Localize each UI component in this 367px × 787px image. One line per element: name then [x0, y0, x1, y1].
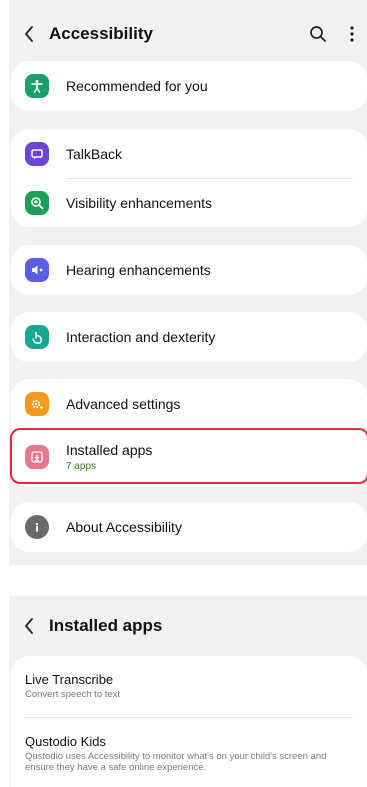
divider — [25, 717, 353, 718]
item-label: Hearing enhancements — [66, 262, 211, 278]
item-label: Recommended for you — [66, 78, 208, 94]
installed-apps-count: 7 apps — [66, 461, 97, 472]
interaction-dexterity-item[interactable]: Interaction and dexterity — [11, 312, 367, 362]
search-icon — [310, 26, 326, 42]
item-label: Advanced settings — [66, 396, 181, 412]
accessibility-header: Accessibility — [9, 14, 367, 54]
search-button[interactable] — [301, 14, 335, 54]
advanced-card: Advanced settings Installed apps 7 apps — [11, 379, 367, 487]
chevron-left-icon — [25, 618, 33, 634]
about-card: About Accessibility — [11, 502, 367, 552]
page-title: Installed apps — [49, 616, 163, 635]
installed-apps-screen: Installed apps Live Transcribe Convert s… — [9, 596, 367, 787]
visibility-enhancements-item[interactable]: Visibility enhancements — [11, 178, 367, 227]
recommended-card: Recommended for you — [11, 61, 367, 111]
installed-apps-item[interactable]: Installed apps 7 apps — [11, 430, 367, 484]
advanced-settings-item[interactable]: Advanced settings — [11, 379, 367, 429]
app-name: Live Transcribe — [25, 672, 114, 687]
touch-hand-icon — [25, 325, 49, 349]
recommended-for-you-item[interactable]: Recommended for you — [11, 61, 367, 111]
back-button[interactable] — [9, 14, 49, 54]
gear-plus-icon — [25, 392, 49, 416]
item-label: Visibility enhancements — [66, 194, 213, 211]
page-title: Accessibility — [49, 24, 153, 43]
accessibility-screen: Accessibility Recommended for you TalkBa… — [9, 0, 367, 565]
magnifier-icon — [25, 190, 49, 215]
app-description: Qustodio uses Accessibility to monitor w… — [25, 751, 327, 773]
talkback-item[interactable]: TalkBack — [11, 129, 367, 178]
chevron-left-icon — [25, 26, 33, 42]
hearing-card: Hearing enhancements — [11, 245, 367, 295]
item-label: About Accessibility — [66, 519, 182, 535]
more-vert-icon — [350, 26, 354, 42]
hearing-icon — [25, 258, 49, 282]
app-name: Qustodio Kids — [25, 734, 106, 749]
more-options-button[interactable] — [335, 14, 367, 54]
item-label: Interaction and dexterity — [66, 329, 216, 345]
download-box-icon — [25, 445, 49, 469]
about-accessibility-item[interactable]: About Accessibility — [11, 502, 367, 552]
app-item-qustodio-kids[interactable]: Qustodio Kids Qustodio uses Accessibilit… — [25, 734, 353, 773]
item-label: Installed apps — [66, 442, 153, 458]
info-icon — [25, 515, 49, 539]
item-label: TalkBack — [66, 145, 123, 162]
app-description: Convert speech to text — [25, 689, 121, 700]
hearing-enhancements-item[interactable]: Hearing enhancements — [11, 245, 367, 295]
installed-apps-list: Live Transcribe Convert speech to text Q… — [11, 656, 367, 787]
vision-card: TalkBack Visibility enhancements — [11, 129, 367, 227]
accessibility-person-icon — [25, 74, 49, 98]
interaction-card: Interaction and dexterity — [11, 312, 367, 362]
talkback-icon — [25, 141, 49, 166]
installed-apps-header: Installed apps — [9, 606, 367, 646]
app-item-live-transcribe[interactable]: Live Transcribe Convert speech to text — [25, 672, 353, 700]
back-button[interactable] — [9, 606, 49, 646]
